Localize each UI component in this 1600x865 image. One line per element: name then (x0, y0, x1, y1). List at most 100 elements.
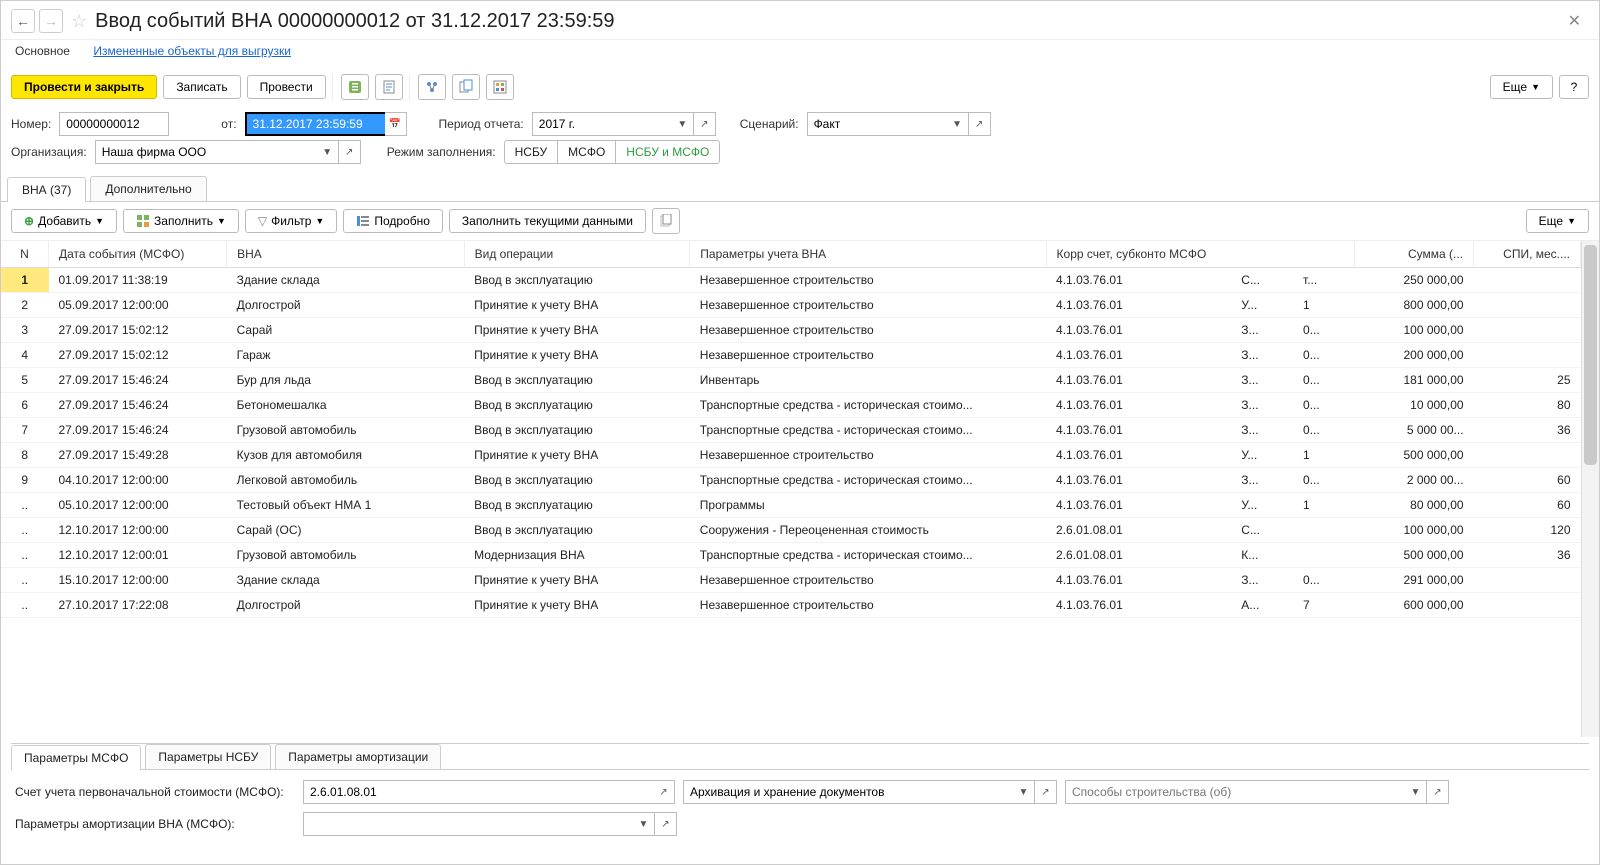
col-corr[interactable]: Корр счет, субконто МСФО (1046, 241, 1355, 268)
close-icon[interactable]: ✕ (1560, 7, 1589, 35)
show-movements-icon[interactable] (341, 74, 369, 100)
amort-dropdown-icon[interactable]: ▼ (633, 812, 655, 836)
cell-date: 27.09.2017 15:49:28 (49, 443, 227, 468)
cell-spi: 120 (1474, 518, 1581, 543)
col-spi[interactable]: СПИ, мес.... (1474, 241, 1581, 268)
fill-button[interactable]: Заполнить ▼ (123, 209, 239, 233)
cell-params: Транспортные средства - историческая сто… (690, 393, 1046, 418)
mode-nsbu[interactable]: НСБУ (505, 141, 559, 163)
save-button[interactable]: Записать (163, 75, 240, 99)
structure-icon[interactable] (418, 74, 446, 100)
subconto2-dropdown-icon[interactable]: ▼ (1405, 780, 1427, 804)
cell-vna: Грузовой автомобиль (227, 418, 465, 443)
scenario-dropdown-icon[interactable]: ▼ (947, 112, 969, 136)
col-n[interactable]: N (1, 241, 49, 268)
add-button[interactable]: ⊕ Добавить ▼ (11, 209, 117, 233)
subconto2-input[interactable] (1065, 780, 1405, 804)
table-row[interactable]: 727.09.2017 15:46:24Грузовой автомобильВ… (1, 418, 1581, 443)
report-icon[interactable] (375, 74, 403, 100)
back-button[interactable]: ← (11, 9, 35, 33)
filter-button[interactable]: ▽ Фильтр ▼ (245, 209, 337, 233)
forward-button[interactable]: → (39, 9, 63, 33)
table-row[interactable]: 101.09.2017 11:38:19Здание складаВвод в … (1, 268, 1581, 293)
org-input[interactable] (95, 140, 317, 164)
scenario-label: Сценарий: (740, 117, 799, 131)
scenario-open-icon[interactable]: ↗ (969, 112, 991, 136)
table-row[interactable]: ..27.10.2017 17:22:08ДолгостройПринятие … (1, 593, 1581, 618)
cell-corr-account: 4.1.03.76.01 (1046, 593, 1231, 618)
vertical-scrollbar[interactable] (1581, 241, 1599, 737)
subconto-input[interactable] (683, 780, 1013, 804)
nav-changed-objects[interactable]: Измененные объекты для выгрузки (93, 44, 291, 58)
table-row[interactable]: 327.09.2017 15:02:12СарайПринятие к учет… (1, 318, 1581, 343)
table-row[interactable]: 527.09.2017 15:46:24Бур для льдаВвод в э… (1, 368, 1581, 393)
post-and-close-button[interactable]: Провести и закрыть (11, 75, 157, 99)
period-open-icon[interactable]: ↗ (694, 112, 716, 136)
account-open-icon[interactable]: ↗ (653, 780, 675, 804)
scenario-input[interactable] (807, 112, 947, 136)
subconto-open-icon[interactable]: ↗ (1035, 780, 1057, 804)
number-input[interactable] (59, 112, 169, 136)
main-toolbar: Провести и закрыть Записать Провести Еще… (1, 70, 1599, 110)
detail-button[interactable]: Подробно (343, 209, 443, 233)
table-row[interactable]: 205.09.2017 12:00:00ДолгостройПринятие к… (1, 293, 1581, 318)
table-row[interactable]: 627.09.2017 15:46:24БетономешалкаВвод в … (1, 393, 1581, 418)
cell-corr-sub1: З... (1231, 468, 1293, 493)
bottom-tab-msfo[interactable]: Параметры МСФО (11, 745, 141, 770)
cell-op: Модернизация ВНА (464, 543, 690, 568)
date-input[interactable] (245, 112, 385, 136)
fill-current-button[interactable]: Заполнить текущими данными (449, 209, 646, 233)
col-op[interactable]: Вид операции (464, 241, 690, 268)
copy-icon[interactable] (652, 208, 680, 234)
table-row[interactable]: 904.10.2017 12:00:00Легковой автомобильВ… (1, 468, 1581, 493)
help-button[interactable]: ? (1559, 75, 1589, 99)
bottom-tab-amort[interactable]: Параметры амортизации (275, 744, 441, 769)
cell-spi (1474, 293, 1581, 318)
cell-spi: 80 (1474, 393, 1581, 418)
cell-n: 3 (1, 318, 49, 343)
additional-info-icon[interactable] (486, 74, 514, 100)
col-vna[interactable]: ВНА (227, 241, 465, 268)
account-input[interactable] (303, 780, 653, 804)
amort-open-icon[interactable]: ↗ (655, 812, 677, 836)
col-sum[interactable]: Сумма (... (1355, 241, 1474, 268)
col-params[interactable]: Параметры учета ВНА (690, 241, 1046, 268)
tab-vna[interactable]: ВНА (37) (7, 177, 86, 202)
cell-n: 9 (1, 468, 49, 493)
cell-n: .. (1, 568, 49, 593)
tab-additional[interactable]: Дополнительно (90, 176, 206, 201)
calendar-icon[interactable]: 📅 (385, 112, 407, 136)
table-row[interactable]: ..12.10.2017 12:00:01Грузовой автомобиль… (1, 543, 1581, 568)
cell-params: Транспортные средства - историческая сто… (690, 468, 1046, 493)
add-label: Добавить (38, 214, 91, 228)
table-row[interactable]: 427.09.2017 15:02:12ГаражПринятие к учет… (1, 343, 1581, 368)
period-dropdown-icon[interactable]: ▼ (672, 112, 694, 136)
post-button[interactable]: Провести (247, 75, 326, 99)
mode-both[interactable]: НСБУ и МСФО (616, 141, 719, 163)
nav-main[interactable]: Основное (15, 44, 70, 58)
cell-spi (1474, 568, 1581, 593)
cell-sum: 500 000,00 (1355, 543, 1474, 568)
cell-op: Ввод в эксплуатацию (464, 268, 690, 293)
related-documents-icon[interactable] (452, 74, 480, 100)
more-button[interactable]: Еще ▼ (1490, 75, 1553, 99)
table-row[interactable]: ..15.10.2017 12:00:00Здание складаПринят… (1, 568, 1581, 593)
cell-date: 12.10.2017 12:00:00 (49, 518, 227, 543)
subconto-dropdown-icon[interactable]: ▼ (1013, 780, 1035, 804)
table-row[interactable]: ..12.10.2017 12:00:00Сарай (ОС)Ввод в эк… (1, 518, 1581, 543)
col-date[interactable]: Дата события (МСФО) (49, 241, 227, 268)
amort-input[interactable] (303, 812, 633, 836)
table-more-button[interactable]: Еще ▼ (1526, 209, 1589, 233)
cell-date: 27.10.2017 17:22:08 (49, 593, 227, 618)
table-row[interactable]: 827.09.2017 15:49:28Кузов для автомобиля… (1, 443, 1581, 468)
period-input[interactable] (532, 112, 672, 136)
table-row[interactable]: ..05.10.2017 12:00:00Тестовый объект НМА… (1, 493, 1581, 518)
org-dropdown-icon[interactable]: ▼ (317, 140, 339, 164)
bottom-tab-nsbu[interactable]: Параметры НСБУ (145, 744, 271, 769)
mode-msfo[interactable]: МСФО (558, 141, 616, 163)
org-open-icon[interactable]: ↗ (339, 140, 361, 164)
favorite-star-icon[interactable]: ☆ (71, 11, 87, 32)
subconto2-open-icon[interactable]: ↗ (1427, 780, 1449, 804)
table-more-label: Еще (1539, 214, 1563, 228)
cell-corr-sub1: С... (1231, 518, 1293, 543)
